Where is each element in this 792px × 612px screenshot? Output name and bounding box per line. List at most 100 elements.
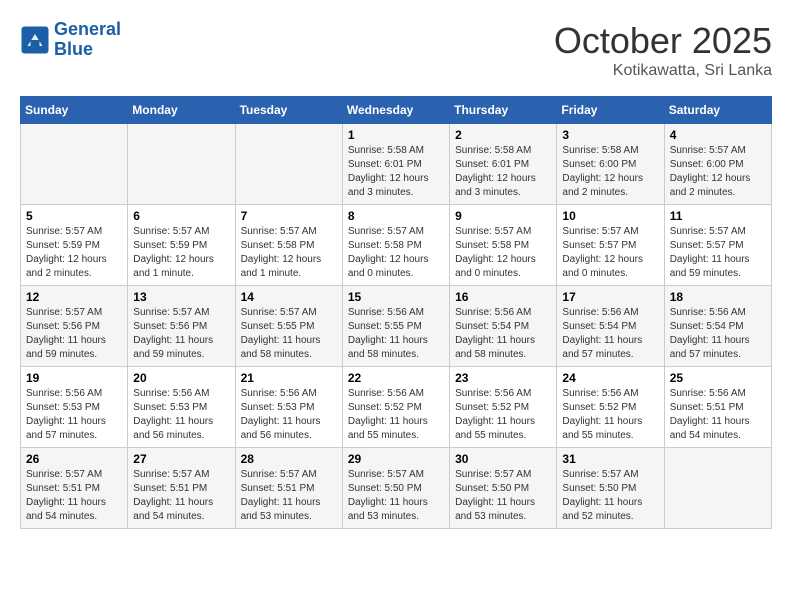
day-number: 20: [133, 371, 229, 385]
day-info: Sunrise: 5:57 AMSunset: 5:56 PMDaylight:…: [26, 306, 122, 362]
logo: General Blue: [20, 20, 121, 60]
calendar-cell: 1 Sunrise: 5:58 AMSunset: 6:01 PMDaylight…: [342, 124, 449, 205]
weekday-header-monday: Monday: [128, 97, 235, 124]
day-info: Sunrise: 5:56 AMSunset: 5:55 PMDaylight:…: [348, 306, 444, 362]
logo-text: General Blue: [54, 20, 121, 60]
weekday-header-friday: Friday: [557, 97, 664, 124]
day-number: 25: [670, 371, 766, 385]
calendar-cell: 2 Sunrise: 5:58 AMSunset: 6:01 PMDaylight…: [450, 124, 557, 205]
calendar-cell: 31 Sunrise: 5:57 AMSunset: 5:50 PMDayligh…: [557, 448, 664, 529]
calendar-cell: 10 Sunrise: 5:57 AMSunset: 5:57 PMDayligh…: [557, 205, 664, 286]
calendar-cell: 29 Sunrise: 5:57 AMSunset: 5:50 PMDayligh…: [342, 448, 449, 529]
week-row-4: 19Sunrise: 5:56 AMSunset: 5:53 PMDayligh…: [21, 367, 772, 448]
calendar-cell: 3Sunrise: 5:58 AMSunset: 6:00 PMDaylight…: [557, 124, 664, 205]
calendar-cell: 13 Sunrise: 5:57 AMSunset: 5:56 PMDayligh…: [128, 286, 235, 367]
day-number: 26: [26, 452, 122, 466]
calendar-cell: 14 Sunrise: 5:57 AMSunset: 5:55 PMDayligh…: [235, 286, 342, 367]
day-number: 8: [348, 209, 444, 223]
calendar-cell: 25 Sunrise: 5:56 AMSunset: 5:51 PMDayligh…: [664, 367, 771, 448]
day-info: Sunrise: 5:58 AMSunset: 6:01 PMDaylight:…: [348, 144, 444, 200]
calendar-table: SundayMondayTuesdayWednesdayThursdayFrid…: [20, 96, 772, 529]
day-number: 9: [455, 209, 551, 223]
calendar-cell: 22Sunrise: 5:56 AMSunset: 5:52 PMDayligh…: [342, 367, 449, 448]
day-number: 5: [26, 209, 122, 223]
day-info: Sunrise: 5:57 AMSunset: 5:59 PMDaylight:…: [26, 225, 122, 281]
day-number: 29: [348, 452, 444, 466]
week-row-3: 12 Sunrise: 5:57 AMSunset: 5:56 PMDayligh…: [21, 286, 772, 367]
calendar-cell: 28Sunrise: 5:57 AMSunset: 5:51 PMDayligh…: [235, 448, 342, 529]
day-number: 17: [562, 290, 658, 304]
calendar-cell: 18Sunrise: 5:56 AMSunset: 5:54 PMDayligh…: [664, 286, 771, 367]
calendar-cell: 24Sunrise: 5:56 AMSunset: 5:52 PMDayligh…: [557, 367, 664, 448]
calendar-cell: [21, 124, 128, 205]
day-info: Sunrise: 5:58 AMSunset: 6:01 PMDaylight:…: [455, 144, 551, 200]
calendar-cell: 8Sunrise: 5:57 AMSunset: 5:58 PMDaylight…: [342, 205, 449, 286]
weekday-header-saturday: Saturday: [664, 97, 771, 124]
day-info: Sunrise: 5:57 AMSunset: 5:51 PMDaylight:…: [26, 468, 122, 524]
day-number: 14: [241, 290, 337, 304]
day-number: 2: [455, 128, 551, 142]
day-info: Sunrise: 5:57 AMSunset: 5:50 PMDaylight:…: [455, 468, 551, 524]
header: General Blue October 2025 Kotikawatta, S…: [20, 20, 772, 80]
calendar-cell: 21 Sunrise: 5:56 AMSunset: 5:53 PMDayligh…: [235, 367, 342, 448]
day-info: Sunrise: 5:57 AMSunset: 5:51 PMDaylight:…: [133, 468, 229, 524]
calendar-cell: [128, 124, 235, 205]
week-row-5: 26 Sunrise: 5:57 AMSunset: 5:51 PMDayligh…: [21, 448, 772, 529]
calendar-cell: 15Sunrise: 5:56 AMSunset: 5:55 PMDayligh…: [342, 286, 449, 367]
day-number: 31: [562, 452, 658, 466]
day-number: 1: [348, 128, 444, 142]
day-number: 12: [26, 290, 122, 304]
title-area: October 2025 Kotikawatta, Sri Lanka: [554, 20, 772, 80]
day-info: Sunrise: 5:57 AMSunset: 5:57 PMDaylight:…: [562, 225, 658, 281]
weekday-header-wednesday: Wednesday: [342, 97, 449, 124]
calendar-cell: 6Sunrise: 5:57 AMSunset: 5:59 PMDaylight…: [128, 205, 235, 286]
calendar-cell: 9 Sunrise: 5:57 AMSunset: 5:58 PMDaylight…: [450, 205, 557, 286]
day-info: Sunrise: 5:57 AMSunset: 5:50 PMDaylight:…: [348, 468, 444, 524]
calendar-cell: 4 Sunrise: 5:57 AMSunset: 6:00 PMDaylight…: [664, 124, 771, 205]
calendar-cell: 16 Sunrise: 5:56 AMSunset: 5:54 PMDayligh…: [450, 286, 557, 367]
day-number: 16: [455, 290, 551, 304]
calendar-body: 1 Sunrise: 5:58 AMSunset: 6:01 PMDaylight…: [21, 124, 772, 529]
day-number: 24: [562, 371, 658, 385]
day-info: Sunrise: 5:56 AMSunset: 5:54 PMDaylight:…: [455, 306, 551, 362]
calendar-cell: 27Sunrise: 5:57 AMSunset: 5:51 PMDayligh…: [128, 448, 235, 529]
day-info: Sunrise: 5:56 AMSunset: 5:52 PMDaylight:…: [348, 387, 444, 443]
day-info: Sunrise: 5:57 AMSunset: 6:00 PMDaylight:…: [670, 144, 766, 200]
day-number: 11: [670, 209, 766, 223]
day-info: Sunrise: 5:56 AMSunset: 5:53 PMDaylight:…: [133, 387, 229, 443]
day-number: 18: [670, 290, 766, 304]
week-row-1: 1 Sunrise: 5:58 AMSunset: 6:01 PMDaylight…: [21, 124, 772, 205]
location-title: Kotikawatta, Sri Lanka: [554, 62, 772, 80]
calendar-cell: 20 Sunrise: 5:56 AMSunset: 5:53 PMDayligh…: [128, 367, 235, 448]
day-info: Sunrise: 5:57 AMSunset: 5:58 PMDaylight:…: [455, 225, 551, 281]
day-info: Sunrise: 5:56 AMSunset: 5:52 PMDaylight:…: [455, 387, 551, 443]
day-number: 28: [241, 452, 337, 466]
day-info: Sunrise: 5:56 AMSunset: 5:53 PMDaylight:…: [241, 387, 337, 443]
calendar-cell: 19Sunrise: 5:56 AMSunset: 5:53 PMDayligh…: [21, 367, 128, 448]
calendar-cell: 11 Sunrise: 5:57 AMSunset: 5:57 PMDayligh…: [664, 205, 771, 286]
week-row-2: 5 Sunrise: 5:57 AMSunset: 5:59 PMDaylight…: [21, 205, 772, 286]
weekday-header-thursday: Thursday: [450, 97, 557, 124]
day-info: Sunrise: 5:56 AMSunset: 5:53 PMDaylight:…: [26, 387, 122, 443]
day-number: 30: [455, 452, 551, 466]
day-info: Sunrise: 5:57 AMSunset: 5:57 PMDaylight:…: [670, 225, 766, 281]
logo-line1: General: [54, 19, 121, 39]
calendar-cell: 30 Sunrise: 5:57 AMSunset: 5:50 PMDayligh…: [450, 448, 557, 529]
day-info: Sunrise: 5:57 AMSunset: 5:55 PMDaylight:…: [241, 306, 337, 362]
logo-icon: [20, 25, 50, 55]
day-number: 4: [670, 128, 766, 142]
calendar-cell: 7Sunrise: 5:57 AMSunset: 5:58 PMDaylight…: [235, 205, 342, 286]
day-number: 21: [241, 371, 337, 385]
day-info: Sunrise: 5:56 AMSunset: 5:54 PMDaylight:…: [562, 306, 658, 362]
calendar-cell: 12 Sunrise: 5:57 AMSunset: 5:56 PMDayligh…: [21, 286, 128, 367]
day-number: 13: [133, 290, 229, 304]
day-number: 23: [455, 371, 551, 385]
day-info: Sunrise: 5:57 AMSunset: 5:50 PMDaylight:…: [562, 468, 658, 524]
weekday-row: SundayMondayTuesdayWednesdayThursdayFrid…: [21, 97, 772, 124]
calendar-cell: 17 Sunrise: 5:56 AMSunset: 5:54 PMDayligh…: [557, 286, 664, 367]
day-number: 6: [133, 209, 229, 223]
day-info: Sunrise: 5:57 AMSunset: 5:56 PMDaylight:…: [133, 306, 229, 362]
month-title: October 2025: [554, 20, 772, 62]
day-number: 10: [562, 209, 658, 223]
day-info: Sunrise: 5:56 AMSunset: 5:51 PMDaylight:…: [670, 387, 766, 443]
